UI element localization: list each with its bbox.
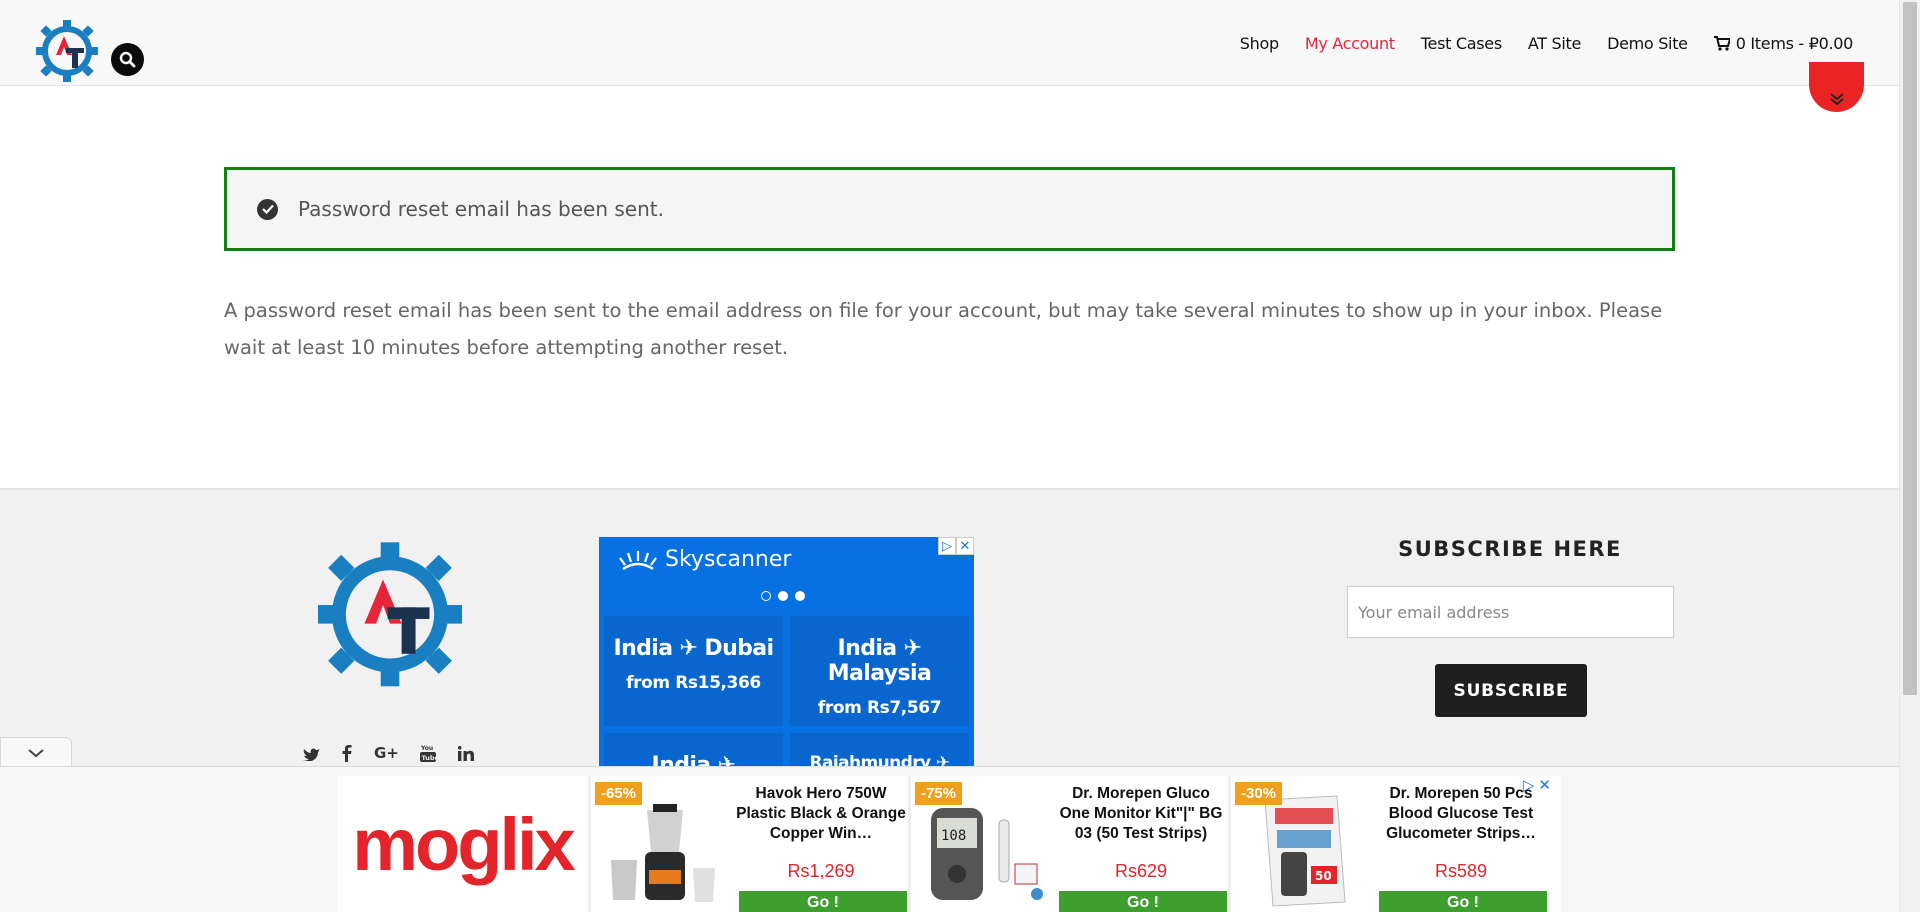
svg-text:50: 50 xyxy=(1315,869,1332,883)
svg-text:G+: G+ xyxy=(374,745,398,761)
nav-shop[interactable]: Shop xyxy=(1240,34,1279,53)
gear-logo-icon xyxy=(36,20,98,82)
nav-demo-site[interactable]: Demo Site xyxy=(1607,34,1688,53)
product-title[interactable]: Dr. Morepen 50 Pcs Blood Glucose Test Gl… xyxy=(1375,784,1547,844)
glucometer-image: 108 xyxy=(931,808,1043,900)
sticky-ad-bar: moglix -65% Havok Hero 750W Plastic Blac… xyxy=(0,766,1899,912)
carousel-dot[interactable] xyxy=(761,591,771,601)
route-card[interactable]: India ✈ Dubai from Rs15,366 xyxy=(604,616,783,726)
site-header: Shop My Account Test Cases AT Site Demo … xyxy=(0,0,1899,86)
ad-choices[interactable]: ▷ ✕ xyxy=(1523,776,1551,794)
ad-info-icon[interactable]: ▷ xyxy=(938,537,956,555)
linkedin-icon[interactable] xyxy=(457,745,474,766)
facebook-icon[interactable] xyxy=(342,744,352,767)
youtube-icon[interactable]: You Tube xyxy=(420,744,440,767)
discount-badge: -75% xyxy=(915,782,963,805)
scroll-down-button[interactable] xyxy=(1809,62,1864,112)
google-plus-icon[interactable]: G+ xyxy=(374,744,399,766)
notice-message: Password reset email has been sent. xyxy=(298,197,664,221)
mixer-grinder-image xyxy=(611,804,715,902)
moglix-ad[interactable]: moglix -65% Havok Hero 750W Plastic Blac… xyxy=(337,776,1561,912)
page-scrollbar[interactable] xyxy=(1899,0,1920,912)
collapse-ad-button[interactable] xyxy=(0,737,72,768)
scrollbar-thumb[interactable] xyxy=(1903,2,1917,695)
footer-logo[interactable] xyxy=(318,536,462,688)
carousel-dots xyxy=(761,591,805,601)
check-circle-icon xyxy=(257,198,278,220)
cart-label: 0 Items - ₽0.00 xyxy=(1735,34,1854,53)
subscribe-button[interactable]: SUBSCRIBE xyxy=(1435,664,1587,717)
ad-product[interactable]: -65% Havok Hero 750W Plastic Black & Ora… xyxy=(591,776,911,912)
twitter-icon[interactable] xyxy=(303,746,320,766)
carousel-dot[interactable] xyxy=(778,591,788,601)
product-title[interactable]: Havok Hero 750W Plastic Black & Orange C… xyxy=(735,784,907,844)
nav-test-cases[interactable]: Test Cases xyxy=(1421,34,1502,53)
main-nav: Shop My Account Test Cases AT Site Demo … xyxy=(1240,34,1854,53)
nav-at-site[interactable]: AT Site xyxy=(1528,34,1581,53)
discount-badge: -65% xyxy=(595,782,643,805)
reset-info-text: A password reset email has been sent to … xyxy=(224,299,1663,359)
product-title[interactable]: Dr. Morepen Gluco One Monitor Kit"|" BG … xyxy=(1055,784,1227,844)
ad-info-icon[interactable]: ▷ xyxy=(1523,776,1535,794)
nav-cart[interactable]: 0 Items - ₽0.00 xyxy=(1713,34,1854,53)
svg-text:You: You xyxy=(420,745,433,752)
go-button[interactable]: Go ! xyxy=(739,891,907,912)
go-button[interactable]: Go ! xyxy=(1059,891,1227,912)
product-price: Rs629 xyxy=(1114,861,1168,881)
cart-icon xyxy=(1713,36,1730,51)
go-button[interactable]: Go ! xyxy=(1379,891,1547,912)
test-strips-box-image: 50 xyxy=(1264,795,1346,907)
ad-product[interactable]: 108 -75% Dr. Morepen Gluco One Monitor K… xyxy=(911,776,1231,912)
gear-logo-icon xyxy=(318,542,462,687)
moglix-logo[interactable]: moglix xyxy=(337,776,591,912)
product-price: Rs1,269 xyxy=(787,861,855,881)
chevron-down-icon xyxy=(28,749,44,758)
success-notice: Password reset email has been sent. xyxy=(224,167,1675,251)
ad-product[interactable]: 50 -30% Dr. Morepen 50 Pcs Blood Glucose… xyxy=(1231,776,1551,912)
discount-badge: -30% xyxy=(1235,782,1283,805)
svg-text:Tube: Tube xyxy=(422,754,437,762)
search-icon xyxy=(119,51,136,68)
skyscanner-ad[interactable]: Skyscanner ▷ ✕ India ✈ Dubai from Rs15,3… xyxy=(599,537,974,777)
skyscanner-brand: Skyscanner xyxy=(619,547,791,572)
route-card[interactable]: India ✈ Malaysia from Rs7,567 xyxy=(790,616,969,726)
nav-my-account[interactable]: My Account xyxy=(1305,34,1395,53)
product-price: Rs589 xyxy=(1434,861,1488,881)
double-chevron-down-icon xyxy=(1829,93,1844,106)
sunrise-icon xyxy=(619,550,657,570)
ad-close-icon[interactable]: ✕ xyxy=(1538,776,1551,794)
subscribe-title: SUBSCRIBE HERE xyxy=(1398,537,1622,561)
subscribe-email-input[interactable] xyxy=(1347,586,1674,638)
search-button[interactable] xyxy=(111,43,144,76)
social-links: G+ You Tube xyxy=(303,744,474,767)
carousel-dot[interactable] xyxy=(795,591,805,601)
ad-choices[interactable]: ▷ ✕ xyxy=(938,537,974,555)
svg-text:108: 108 xyxy=(941,828,966,844)
ad-close-icon[interactable]: ✕ xyxy=(956,537,974,555)
site-logo[interactable] xyxy=(36,18,98,82)
